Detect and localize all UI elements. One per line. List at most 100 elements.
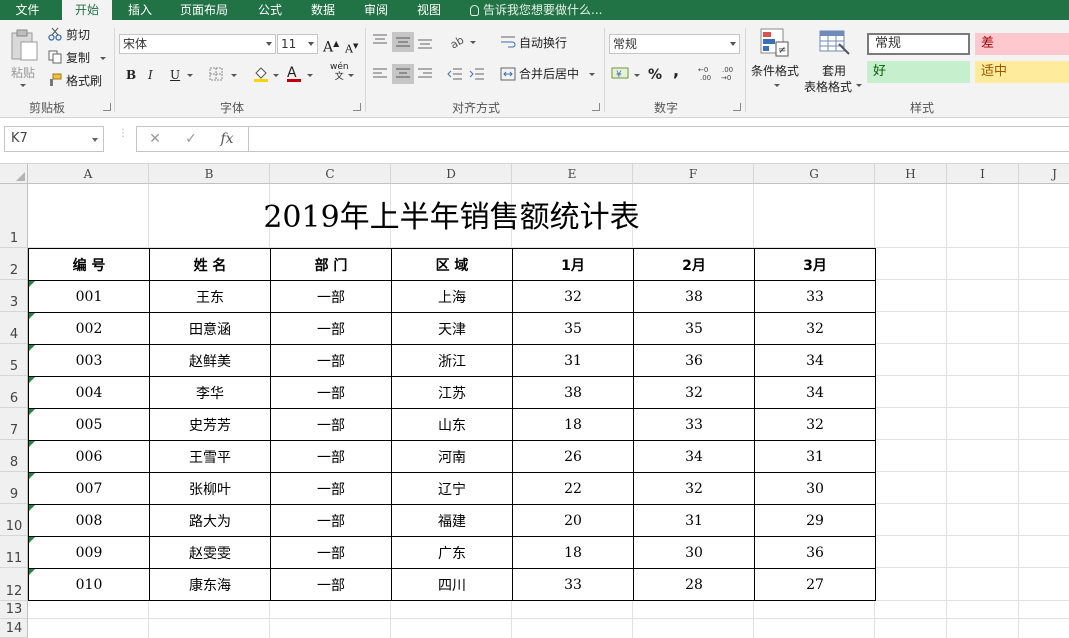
column-header-b[interactable]: B: [149, 164, 270, 184]
table-cell[interactable]: 18: [512, 408, 634, 441]
formula-input[interactable]: [248, 126, 1069, 152]
table-cell[interactable]: 33: [633, 408, 755, 441]
orientation-icon[interactable]: ab: [449, 34, 467, 48]
table-cell[interactable]: 005: [28, 408, 150, 441]
formula-bar-grip-icon[interactable]: ⋮: [118, 129, 128, 145]
table-cell[interactable]: 赵鲜美: [149, 344, 271, 377]
cancel-icon[interactable]: ✕: [140, 126, 170, 152]
table-cell[interactable]: 27: [754, 568, 876, 601]
percent-button[interactable]: %: [648, 66, 662, 84]
style-good[interactable]: 好: [867, 61, 970, 83]
tab-insert[interactable]: 插入: [116, 0, 164, 20]
table-cell[interactable]: 35: [512, 312, 634, 345]
paste-dropdown-icon[interactable]: [20, 84, 26, 87]
row-header[interactable]: 7: [0, 408, 28, 440]
table-cell[interactable]: 一部: [270, 376, 392, 409]
enter-icon[interactable]: ✓: [176, 126, 206, 152]
paste-icon[interactable]: [9, 28, 39, 62]
table-cell[interactable]: 010: [28, 568, 150, 601]
column-header-e[interactable]: E: [512, 164, 633, 184]
table-cell[interactable]: 29: [754, 504, 876, 537]
font-color-icon[interactable]: A: [287, 64, 301, 82]
table-cell[interactable]: 002: [28, 312, 150, 345]
header-cell[interactable]: 部 门: [270, 248, 392, 281]
column-header-d[interactable]: D: [391, 164, 512, 184]
table-cell[interactable]: 江苏: [391, 376, 513, 409]
align-bottom-icon[interactable]: [417, 36, 433, 50]
table-cell[interactable]: 王东: [149, 280, 271, 313]
table-cell[interactable]: 38: [512, 376, 634, 409]
row-header[interactable]: 6: [0, 376, 28, 408]
cut-button[interactable]: 剪切: [66, 26, 90, 44]
table-cell[interactable]: 广东: [391, 536, 513, 569]
table-cell[interactable]: 30: [633, 536, 755, 569]
conditional-formatting-button[interactable]: 条件格式: [751, 62, 799, 80]
table-cell[interactable]: 34: [754, 344, 876, 377]
table-cell[interactable]: 32: [512, 280, 634, 313]
decrease-font-size-icon[interactable]: A▼: [345, 37, 358, 59]
style-normal[interactable]: 常规: [867, 33, 970, 55]
table-cell[interactable]: 31: [512, 344, 634, 377]
style-bad[interactable]: 差: [975, 33, 1069, 55]
name-box[interactable]: K7: [4, 126, 104, 152]
table-cell[interactable]: 辽宁: [391, 472, 513, 505]
table-cell[interactable]: 浙江: [391, 344, 513, 377]
column-header-i[interactable]: I: [947, 164, 1019, 184]
table-cell[interactable]: 一部: [270, 312, 392, 345]
font-color-dropdown-icon[interactable]: [307, 74, 313, 77]
table-cell[interactable]: 31: [633, 504, 755, 537]
underline-button[interactable]: U: [170, 66, 180, 84]
tab-file[interactable]: 文件: [0, 0, 55, 20]
align-right-icon[interactable]: [417, 67, 433, 81]
row-header[interactable]: 4: [0, 312, 28, 344]
copy-button[interactable]: 复制: [66, 49, 90, 67]
font-name-select[interactable]: 宋体: [119, 34, 276, 54]
table-cell[interactable]: 30: [754, 472, 876, 505]
column-header-j[interactable]: J: [1019, 164, 1069, 184]
table-cell[interactable]: 31: [754, 440, 876, 473]
accounting-format-icon[interactable]: ¥: [611, 65, 631, 81]
table-cell[interactable]: 32: [754, 408, 876, 441]
table-cell[interactable]: 路大为: [149, 504, 271, 537]
table-cell[interactable]: 上海: [391, 280, 513, 313]
paste-button[interactable]: 粘贴: [11, 64, 35, 81]
table-cell[interactable]: 007: [28, 472, 150, 505]
format-painter-button[interactable]: 格式刷: [66, 72, 102, 90]
table-cell[interactable]: 26: [512, 440, 634, 473]
table-cell[interactable]: 34: [633, 440, 755, 473]
increase-indent-icon[interactable]: [469, 67, 485, 81]
font-launcher-icon[interactable]: [353, 103, 361, 111]
table-cell[interactable]: 康东海: [149, 568, 271, 601]
fill-color-icon[interactable]: [252, 65, 270, 83]
insert-function-icon[interactable]: fx: [212, 126, 242, 152]
table-cell[interactable]: 张柳叶: [149, 472, 271, 505]
wrap-text-button[interactable]: 自动换行: [519, 34, 567, 52]
clipboard-launcher-icon[interactable]: [103, 103, 111, 111]
table-cell[interactable]: 32: [633, 472, 755, 505]
tab-page-layout[interactable]: 页面布局: [170, 0, 238, 20]
copy-dropdown-icon[interactable]: [100, 57, 106, 60]
header-cell[interactable]: 姓 名: [149, 248, 271, 281]
table-cell[interactable]: 河南: [391, 440, 513, 473]
column-header-c[interactable]: C: [270, 164, 391, 184]
merge-dropdown-icon[interactable]: [589, 73, 595, 76]
table-cell[interactable]: 32: [754, 312, 876, 345]
underline-dropdown-icon[interactable]: [187, 74, 193, 77]
header-cell[interactable]: 1月: [512, 248, 634, 281]
row-header[interactable]: 10: [0, 504, 28, 536]
column-header-a[interactable]: A: [28, 164, 149, 184]
tab-review[interactable]: 审阅: [352, 0, 400, 20]
table-cell[interactable]: 一部: [270, 472, 392, 505]
font-size-select[interactable]: 11: [277, 34, 318, 54]
table-cell[interactable]: 一部: [270, 536, 392, 569]
table-cell[interactable]: 35: [633, 312, 755, 345]
row-header[interactable]: 5: [0, 344, 28, 376]
table-cell[interactable]: 四川: [391, 568, 513, 601]
borders-dropdown-icon[interactable]: [231, 74, 237, 77]
table-cell[interactable]: 史芳芳: [149, 408, 271, 441]
table-cell[interactable]: 34: [754, 376, 876, 409]
table-cell[interactable]: 一部: [270, 280, 392, 313]
header-cell[interactable]: 编 号: [28, 248, 150, 281]
worksheet-grid[interactable]: A B C D E F G H I J 1 2 3 4 5 6 7 8 9 10…: [0, 164, 1069, 638]
align-top-icon[interactable]: [372, 33, 388, 47]
